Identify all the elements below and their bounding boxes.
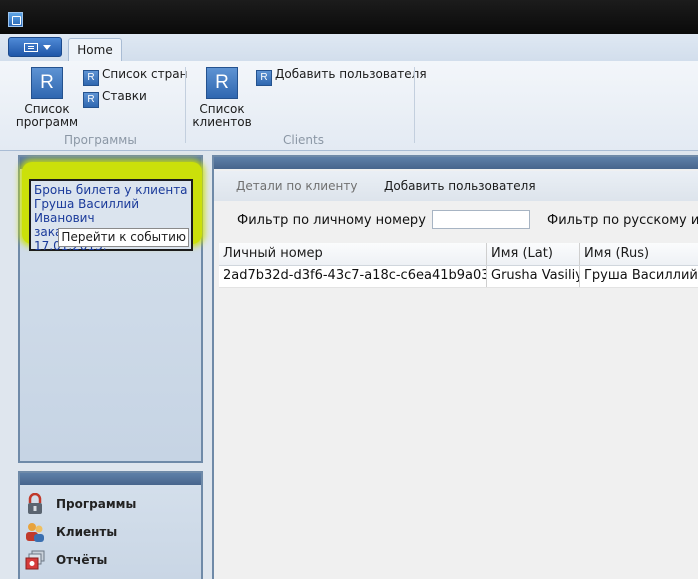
group-label-programs: Программы [64,133,137,147]
filter-by-number-label: Фильтр по личному номеру [237,213,426,228]
lock-icon [28,493,42,514]
column-header-personal-number[interactable]: Личный номер [219,243,487,265]
panel-header [214,157,698,169]
programs-list-label-line2: программ [15,115,79,129]
cell-personal-number: 2ad7b32d-d3f6-43c7-a18c-c6ea41b9a033 [219,266,487,287]
add-user-ribbon-label: Добавить пользователя [275,67,427,81]
group-separator [185,67,186,143]
clients-content-panel: Детали по клиенту Добавить пользователя … [212,155,698,579]
report-r-icon: R [206,67,238,99]
cell-name-lat: Grusha Vasiliy [487,266,580,287]
nav-item-label: Клиенты [56,525,118,539]
client-details-button[interactable]: Детали по клиенту [236,179,357,193]
notification-line2: Груша Василлий Иванович [34,197,140,225]
rates-label: Ставки [102,89,147,103]
group-separator [414,67,415,143]
users-icon [26,523,44,542]
group-label-clients: Clients [283,133,324,147]
content-toolbar: Детали по клиенту Добавить пользователя [214,171,698,201]
report-r-icon: R [256,70,272,86]
tab-home[interactable]: Home [68,38,122,63]
navigation-panel: Программы Клиенты Отчёты [18,471,203,579]
notification-line1: Бронь билета у клиента [34,183,188,197]
countries-list-button[interactable]: R Список стран [83,65,188,86]
table-row[interactable]: 2ad7b32d-d3f6-43c7-a18c-c6ea41b9a033 Gru… [219,266,698,288]
column-header-name-lat[interactable]: Имя (Lat) [487,243,580,265]
clients-list-label-line2: клиентов [192,115,252,129]
add-user-button[interactable]: Добавить пользователя [384,179,536,193]
filter-by-number-input[interactable] [432,210,530,229]
app-icon [8,12,23,27]
nav-item-label: Программы [56,497,137,511]
clients-list-button[interactable]: R Список клиентов [190,67,254,129]
notifications-panel: Бронь билета у клиента Груша Василлий Ив… [18,155,203,463]
menu-icon [24,43,38,52]
countries-list-label: Список стран [102,67,188,81]
rates-button[interactable]: R Ставки [83,87,147,108]
chevron-down-icon [43,45,51,50]
go-to-event-button[interactable]: Перейти к событию [58,228,189,247]
ribbon-tab-row: Home [0,34,698,63]
filter-by-russian-name-label: Фильтр по русскому им [547,213,698,228]
column-header-name-rus[interactable]: Имя (Rus) [580,243,698,265]
application-menu-button[interactable] [8,37,62,57]
report-r-icon: R [83,70,99,86]
nav-item-label: Отчёты [56,553,108,567]
window-title-bar [0,0,698,34]
report-r-icon: R [83,92,99,108]
panel-header [20,473,201,485]
filter-row: Фильтр по личному номеру Фильтр по русск… [214,201,698,241]
grid-header: Личный номер Имя (Lat) Имя (Rus) [219,243,698,266]
cell-name-rus: Груша Василлий И [580,266,698,287]
ribbon: R Список программ R Список стран R Ставки … [0,61,698,151]
report-r-icon: R [31,67,63,99]
programs-list-button[interactable]: R Список программ [14,67,80,129]
add-user-ribbon-button[interactable]: R Добавить пользователя [256,65,427,86]
reports-icon [25,550,45,570]
notification-card: Бронь билета у клиента Груша Василлий Ив… [29,179,193,253]
